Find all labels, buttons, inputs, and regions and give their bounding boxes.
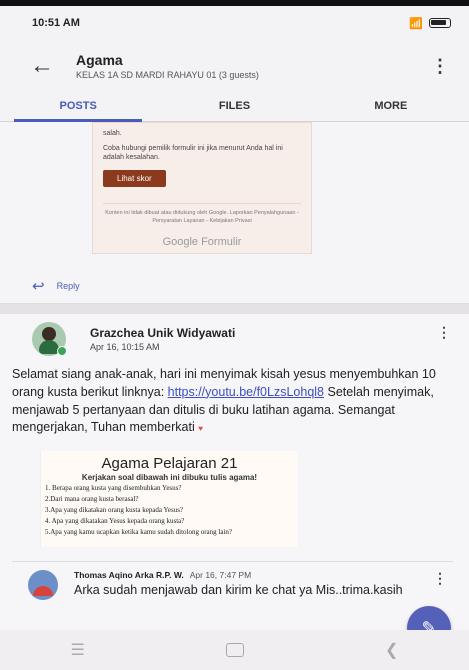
reply-author: Thomas Aqino Arka R.P. W.	[74, 570, 184, 580]
channel-subtitle: KELAS 1A SD MARDI RAHAYU 01 (3 guests)	[76, 70, 259, 80]
post-header: Grazchea Unik Widyawati Apr 16, 10:15 AM	[12, 322, 453, 356]
reply-header: Thomas Aqino Arka R.P. W. Apr 16, 7:47 PM…	[12, 570, 453, 600]
worksheet-title: Agama Pelajaran 21	[101, 455, 238, 472]
battery-icon	[429, 18, 451, 28]
post-author: Grazchea Unik Widyawati	[90, 326, 236, 340]
menu-icon[interactable]: ☰	[71, 640, 85, 660]
reply-label: Reply	[56, 281, 80, 291]
worksheet-instruction: Kerjakan soal dibawah ini dibuku tulis a…	[81, 473, 258, 482]
worksheet-question: 4. Apa yang dikatakan Yesus kepada orang…	[45, 517, 185, 526]
more-options-icon[interactable]: ⋮	[431, 56, 453, 77]
form-post-card: salah. Coba hubungi pemilik formulir ini…	[0, 122, 469, 304]
status-time: 10:51 AM	[32, 17, 80, 29]
announcement-post-card: Grazchea Unik Widyawati Apr 16, 10:15 AM…	[0, 314, 469, 670]
reply-author-line: Thomas Aqino Arka R.P. W. Apr 16, 7:47 PM	[74, 570, 403, 580]
form-top-text: salah.	[103, 130, 122, 137]
post-body: Selamat siang anak-anak, hari ini menyim…	[12, 366, 453, 437]
reply-text: Arka sudah menjawab dan kirim ke chat ya…	[74, 583, 403, 597]
back-icon[interactable]: ❮	[385, 640, 398, 660]
tab-files[interactable]: FILES	[156, 92, 312, 121]
app-bar: ← Agama KELAS 1A SD MARDI RAHAYU 01 (3 g…	[0, 40, 469, 92]
system-nav-bar: ☰ ❮	[0, 630, 469, 670]
google-form-preview[interactable]: salah. Coba hubungi pemilik formulir ini…	[92, 122, 312, 254]
form-footer: Konten ini tidak dibuat atau didukung ol…	[103, 203, 301, 225]
post-date: Apr 16, 10:15 AM	[90, 342, 160, 352]
reply-options-icon[interactable]: ⋮	[433, 570, 447, 587]
google-forms-logo: Google Formulir	[162, 235, 242, 248]
home-icon[interactable]	[225, 643, 244, 657]
reply-arrow-icon: ↩	[32, 278, 45, 295]
reply-date: Apr 16, 7:47 PM	[189, 570, 252, 580]
heart-icon: ♥	[198, 424, 203, 434]
tab-more[interactable]: MORE	[313, 92, 469, 121]
channel-title-block: Agama KELAS 1A SD MARDI RAHAYU 01 (3 gue…	[76, 52, 431, 80]
online-status-icon	[57, 346, 67, 356]
reply-button[interactable]: ↩ Reply	[32, 277, 80, 295]
form-message: Coba hubungi pemilik formulir ini jika m…	[103, 145, 283, 162]
worksheet-question: 1. Berapa orang kusta yang disembuhkan Y…	[45, 484, 182, 492]
worksheet-question: 2.Dari mana orang kusta berasal?	[45, 495, 139, 504]
status-icons: 📶	[409, 17, 451, 30]
youtube-link[interactable]: https://youtu.be/f0LzsLohql8	[168, 385, 324, 399]
worksheet-question: 3.Apa yang dikatakan orang kusta kepada …	[45, 506, 184, 515]
lihat-skor-button[interactable]: Lihat skor	[103, 170, 166, 188]
reply-message: Thomas Aqino Arka R.P. W. Apr 16, 7:47 PM…	[12, 561, 453, 600]
post-options-icon[interactable]: ⋮	[437, 324, 451, 341]
status-bar: 10:51 AM 📶	[0, 0, 469, 40]
back-arrow-icon[interactable]: ←	[30, 52, 76, 80]
wifi-icon: 📶	[409, 17, 423, 30]
avatar[interactable]	[32, 322, 67, 356]
channel-title: Agama	[76, 52, 123, 68]
avatar[interactable]	[28, 570, 58, 600]
worksheet-question: 5.Apa yang kamu ucapkan ketika kamu suda…	[45, 528, 233, 537]
divider	[0, 304, 469, 314]
tab-posts[interactable]: POSTS	[0, 92, 156, 122]
posts-feed: salah. Coba hubungi pemilik formulir ini…	[0, 122, 469, 670]
tab-bar: POSTS FILES MORE	[0, 92, 469, 122]
worksheet-image[interactable]: Agama Pelajaran 21 Kerjakan soal dibawah…	[40, 451, 298, 547]
teams-screen: 10:51 AM 📶 ← Agama KELAS 1A SD MARDI RAH…	[0, 0, 469, 670]
